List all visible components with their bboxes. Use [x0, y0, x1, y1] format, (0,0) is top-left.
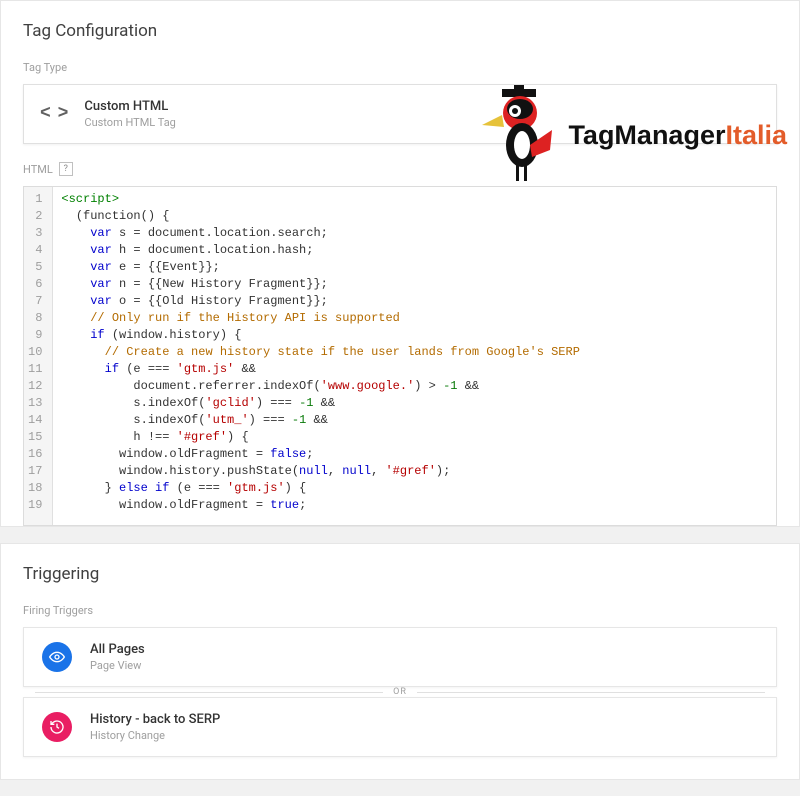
- watermark-logo: TagManagerItalia: [482, 85, 799, 185]
- or-separator: OR: [35, 687, 765, 697]
- watermark-text-1: TagManager: [568, 120, 725, 150]
- tag-config-title: Tag Configuration: [23, 21, 777, 41]
- firing-triggers-label: Firing Triggers: [23, 604, 777, 617]
- trigger-list: All PagesPage ViewORHistory - back to SE…: [23, 627, 777, 757]
- editor-code-area[interactable]: <script> (function() { var s = document.…: [53, 187, 776, 525]
- tag-type-name: Custom HTML: [84, 99, 175, 114]
- trigger-type: History Change: [90, 729, 220, 742]
- trigger-type: Page View: [90, 659, 145, 672]
- trigger-name: All Pages: [90, 642, 145, 657]
- editor-line-numbers: 12345678910111213141516171819: [24, 187, 53, 525]
- trigger-item[interactable]: History - back to SERP History Change: [23, 697, 777, 757]
- triggering-title: Triggering: [23, 564, 777, 584]
- code-brackets-icon: < >: [40, 104, 66, 124]
- triggering-panel: Triggering Firing Triggers All Pages Page…: [0, 543, 800, 780]
- eye-icon: [42, 642, 72, 672]
- woodpecker-icon: [482, 85, 562, 185]
- tag-type-label: Tag Type: [23, 61, 777, 74]
- history-icon: [42, 712, 72, 742]
- tag-configuration-panel: TagManagerItalia Tag Configuration Tag T…: [0, 0, 800, 527]
- help-icon[interactable]: ?: [59, 162, 73, 176]
- tag-type-subtitle: Custom HTML Tag: [84, 116, 175, 129]
- trigger-item[interactable]: All Pages Page View: [23, 627, 777, 687]
- html-code-editor[interactable]: 12345678910111213141516171819 <script> (…: [23, 186, 777, 526]
- watermark-text-2: Italia: [725, 120, 787, 150]
- trigger-name: History - back to SERP: [90, 712, 220, 727]
